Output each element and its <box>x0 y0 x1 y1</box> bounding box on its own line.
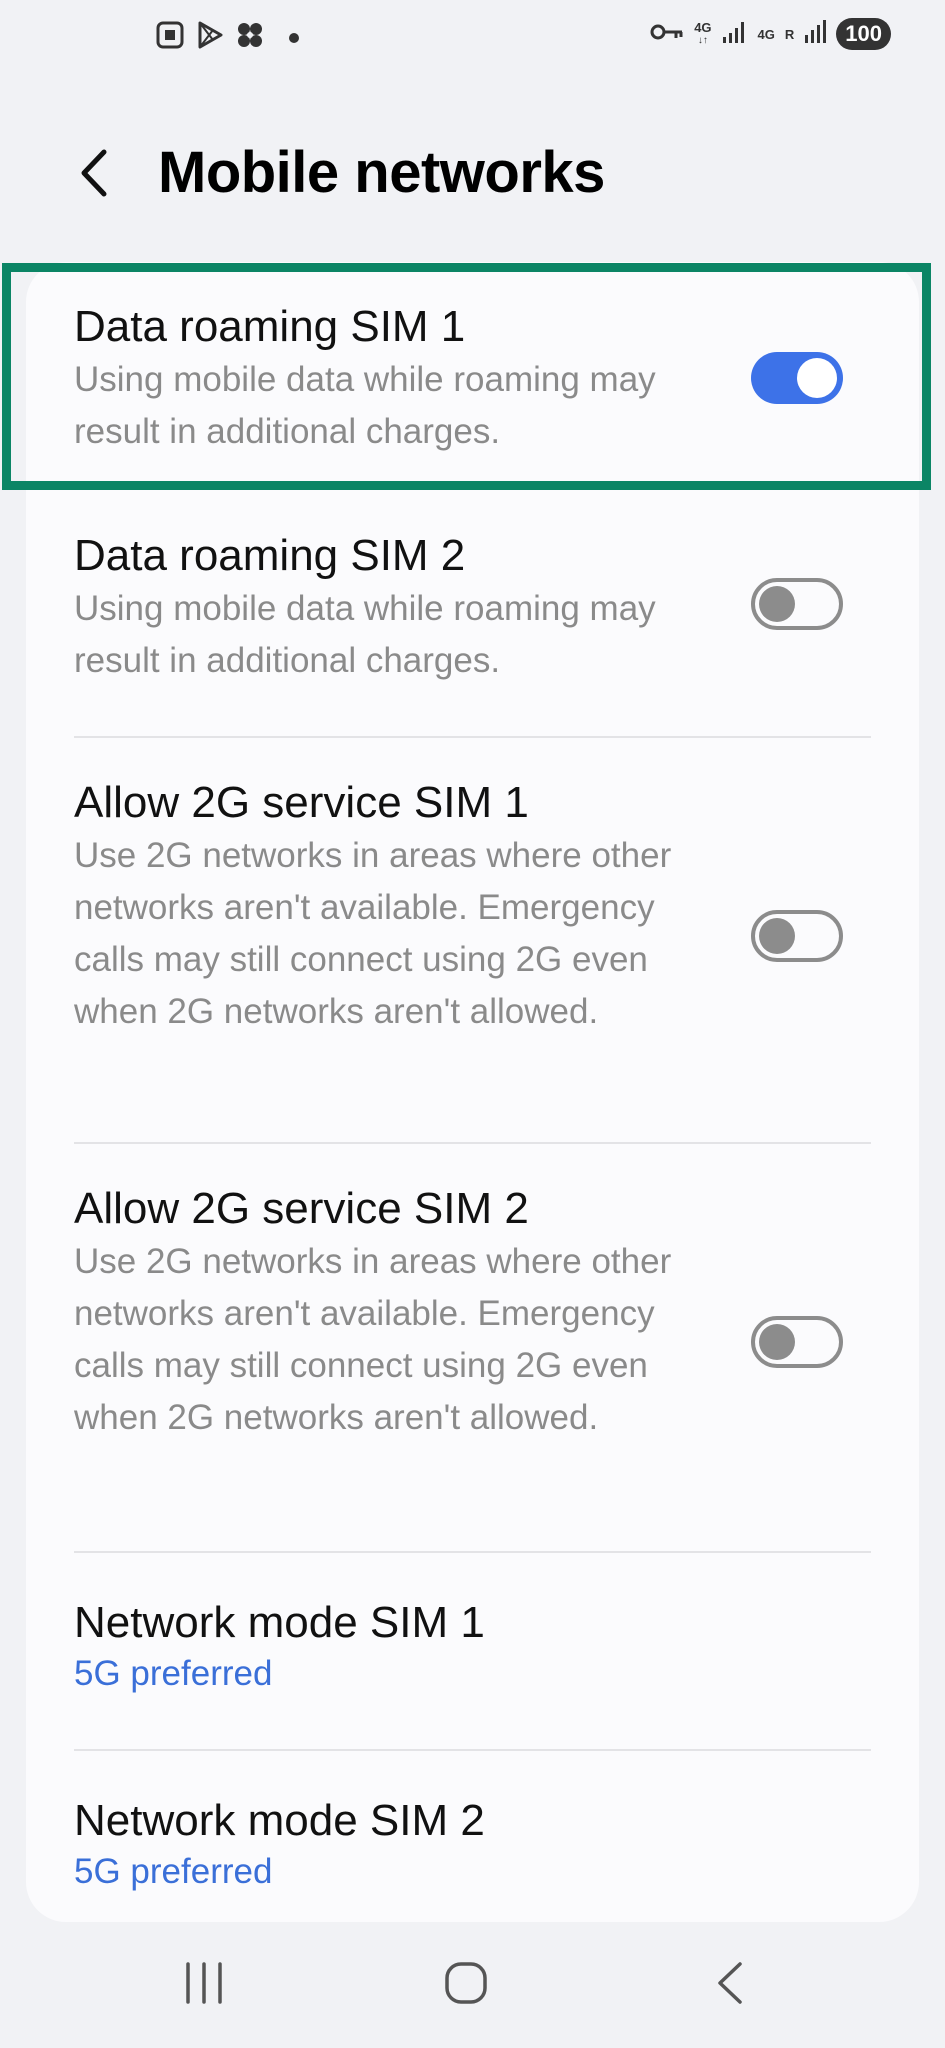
toggle-knob <box>759 918 795 954</box>
signal-roaming-icon <box>804 19 827 50</box>
recents-button[interactable] <box>182 1960 226 2011</box>
setting-allow-2g-sim1[interactable]: Allow 2G service SIM 1 Use 2G networks i… <box>26 738 919 1144</box>
setting-description: Use 2G networks in areas where other net… <box>74 1242 672 1437</box>
setting-description: Use 2G networks in areas where other net… <box>74 836 672 1031</box>
setting-network-mode-sim2[interactable]: Network mode SIM 2 5G preferred <box>26 1751 919 1922</box>
pinwheel-icon <box>235 20 265 55</box>
setting-title: Allow 2G service SIM 2 <box>74 1184 529 1233</box>
navigation-bar <box>0 1930 945 2048</box>
toggle-knob <box>759 586 795 622</box>
status-bar: 4G ↓↑ 4G R 100 <box>0 0 945 76</box>
allow-2g-sim2-toggle[interactable] <box>751 1316 843 1368</box>
page-title: Mobile networks <box>158 140 605 205</box>
setting-description: Using mobile data while roaming may resu… <box>74 589 656 680</box>
data-roaming-sim1-toggle[interactable] <box>751 352 843 404</box>
battery-indicator: 100 <box>836 18 891 50</box>
chevron-left-icon <box>70 149 120 208</box>
setting-network-mode-sim1[interactable]: Network mode SIM 1 5G preferred <box>26 1553 919 1751</box>
header: Mobile networks <box>0 120 945 230</box>
setting-title: Allow 2G service SIM 1 <box>74 778 529 827</box>
network-type-sim1: 4G ↓↑ <box>694 20 712 46</box>
setting-allow-2g-sim2[interactable]: Allow 2G service SIM 2 Use 2G networks i… <box>26 1144 919 1553</box>
setting-title: Network mode SIM 1 <box>74 1598 485 1647</box>
setting-data-roaming-sim2[interactable]: Data roaming SIM 2 Using mobile data whi… <box>26 489 919 738</box>
data-roaming-sim2-toggle[interactable] <box>751 578 843 630</box>
setting-data-roaming-sim1[interactable]: Data roaming SIM 1 Using mobile data whi… <box>26 262 919 489</box>
play-store-icon <box>195 20 225 55</box>
recents-icon <box>182 1962 226 2010</box>
status-left-icons <box>155 20 299 55</box>
roaming-indicator: R <box>784 26 795 42</box>
toggle-knob <box>797 358 837 398</box>
setting-value: 5G preferred <box>74 1654 273 1693</box>
setting-value: 5G preferred <box>74 1852 273 1891</box>
back-button[interactable] <box>70 142 120 204</box>
status-right-icons: 4G ↓↑ 4G R 100 <box>650 18 891 50</box>
signal-icon <box>722 19 748 50</box>
home-button[interactable] <box>443 1960 489 2011</box>
setting-title: Network mode SIM 2 <box>74 1796 485 1845</box>
setting-title: Data roaming SIM 1 <box>74 302 466 351</box>
notification-dot-icon <box>289 32 299 43</box>
settings-card: Data roaming SIM 1 Using mobile data whi… <box>26 262 919 1922</box>
screenshot-icon <box>155 20 185 55</box>
setting-description: Using mobile data while roaming may resu… <box>74 360 656 451</box>
nav-back-button[interactable] <box>712 1960 748 2011</box>
home-icon <box>443 1962 489 2010</box>
vpn-key-icon <box>650 21 684 48</box>
toggle-knob <box>759 1324 795 1360</box>
allow-2g-sim1-toggle[interactable] <box>751 910 843 962</box>
network-type-sim2: 4G <box>757 26 775 42</box>
setting-title: Data roaming SIM 2 <box>74 531 466 580</box>
back-icon <box>712 1962 748 2010</box>
